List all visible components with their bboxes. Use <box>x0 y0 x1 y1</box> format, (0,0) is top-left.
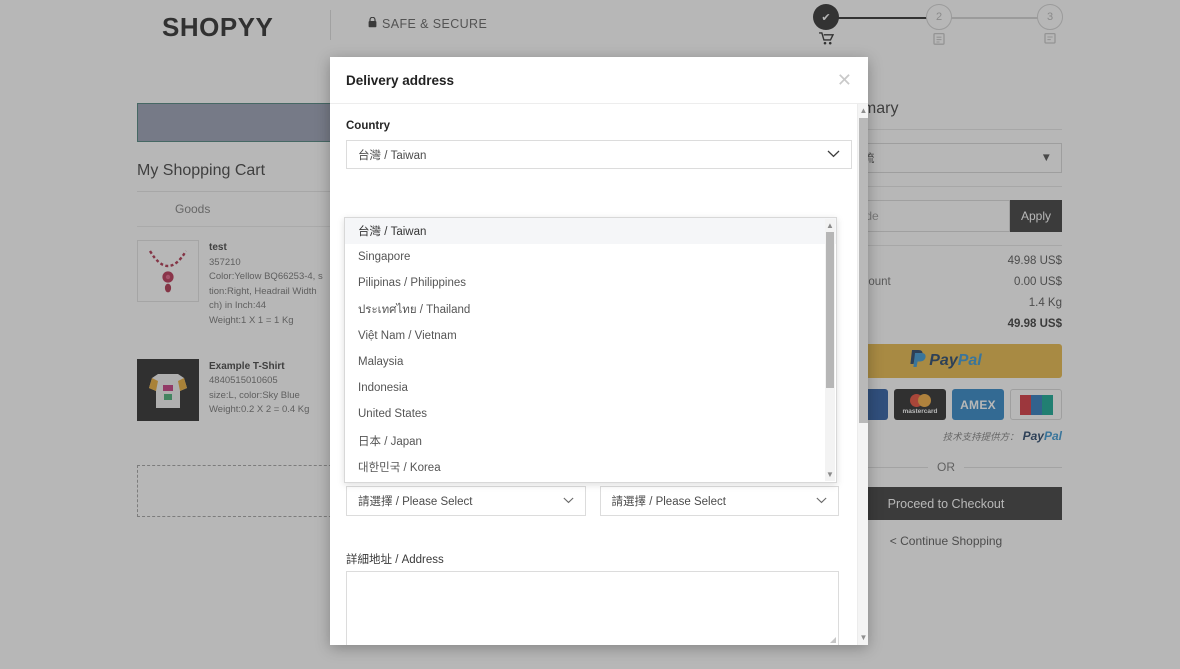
country-label: Country <box>346 120 391 132</box>
modal-body: Country 台灣 / Taiwan 城市 / City 區 / Area 台… <box>330 104 868 645</box>
country-option[interactable]: United States <box>345 401 836 427</box>
country-dropdown-list[interactable]: 台灣 / Taiwan Singapore Pilipinas / Philip… <box>344 217 837 483</box>
chevron-down-icon <box>562 495 574 507</box>
city-select[interactable]: 請選擇 / Please Select <box>346 486 586 516</box>
country-select[interactable]: 台灣 / Taiwan <box>346 140 852 169</box>
modal-header: Delivery address ✕ <box>330 57 868 104</box>
address-textarea[interactable] <box>346 571 839 645</box>
dropdown-scrollbar-thumb[interactable] <box>826 232 834 388</box>
country-option[interactable]: ประเทศไทย / Thailand <box>345 297 836 323</box>
modal-title: Delivery address <box>346 72 455 88</box>
modal-scrollbar[interactable]: ▲ ▼ <box>857 104 868 645</box>
country-option[interactable]: Pilipinas / Philippines <box>345 270 836 296</box>
address-label: 詳細地址 / Address <box>346 554 444 566</box>
country-option[interactable]: Indonesia <box>345 375 836 401</box>
scroll-up-icon[interactable]: ▲ <box>825 219 835 232</box>
area-select[interactable]: 請選擇 / Please Select <box>599 486 839 516</box>
scroll-down-icon[interactable]: ▼ <box>825 468 835 481</box>
country-option[interactable]: 日本 / Japan <box>345 428 836 454</box>
country-option[interactable]: Singapore <box>345 244 836 270</box>
city-area-row: 請選擇 / Please Select 請選擇 / Please Select <box>346 486 839 516</box>
scroll-down-icon[interactable]: ▼ <box>858 631 868 645</box>
close-icon[interactable]: ✕ <box>837 71 852 89</box>
country-option[interactable]: 台灣 / Taiwan <box>345 218 836 245</box>
country-option[interactable]: Việt Nam / Vietnam <box>345 323 836 349</box>
dropdown-scrollbar[interactable]: ▲ ▼ <box>825 219 835 481</box>
chevron-down-icon <box>827 149 840 161</box>
delivery-address-modal: Delivery address ✕ Country 台灣 / Taiwan 城… <box>330 57 868 645</box>
city-select-value: 請選擇 / Please Select <box>358 496 473 508</box>
modal-scrollbar-thumb[interactable] <box>859 118 868 423</box>
scroll-up-icon[interactable]: ▲ <box>858 104 868 118</box>
country-option[interactable]: Malaysia <box>345 349 836 375</box>
country-option[interactable]: 대한민국 / Korea <box>345 454 836 480</box>
chevron-down-icon <box>816 495 827 507</box>
country-select-value: 台灣 / Taiwan <box>358 149 427 162</box>
area-select-value: 請選擇 / Please Select <box>611 496 726 508</box>
